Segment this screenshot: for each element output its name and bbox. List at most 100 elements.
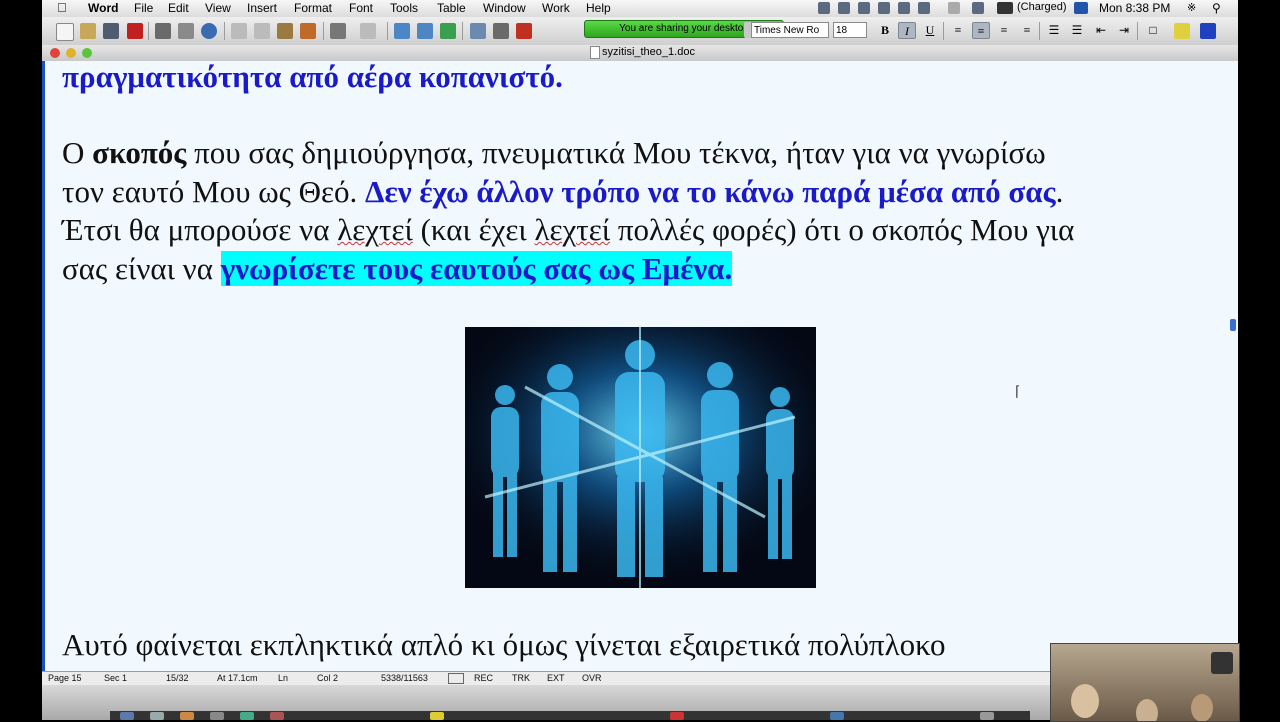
- app-menu[interactable]: Word: [88, 1, 118, 15]
- bulleted-list-icon[interactable]: ☰: [1068, 22, 1086, 39]
- vertical-scrollbar[interactable]: [1230, 61, 1238, 671]
- paste-icon[interactable]: [277, 23, 293, 39]
- dock-app-icon[interactable]: [270, 712, 284, 720]
- font-size-select[interactable]: 18: [833, 22, 867, 38]
- bold-button[interactable]: B: [876, 22, 894, 39]
- timemachine-status-icon[interactable]: [918, 2, 930, 14]
- justify-icon[interactable]: ≡: [1018, 22, 1036, 39]
- menu-help[interactable]: Help: [586, 1, 611, 15]
- menu-insert[interactable]: Insert: [247, 1, 277, 15]
- status-ovr[interactable]: OVR: [582, 673, 602, 683]
- open-folder-icon[interactable]: [80, 23, 96, 39]
- dropbox-status-icon[interactable]: [858, 2, 870, 14]
- participants-icon[interactable]: [1211, 652, 1233, 674]
- wifi-icon[interactable]: [948, 2, 960, 14]
- align-center-icon[interactable]: ≡: [972, 22, 990, 39]
- spotlight-search-icon[interactable]: ⚲: [1212, 1, 1221, 15]
- bluetooth-icon[interactable]: ※: [1187, 1, 1196, 14]
- show-formatting-icon[interactable]: [493, 23, 509, 39]
- close-window-icon[interactable]: [50, 48, 60, 58]
- highlighted-text: γνωρίσετε τους εαυτούς σας ως Εμένα.: [220, 251, 733, 286]
- zoom-icon[interactable]: [201, 23, 217, 39]
- clipboard-status-icon[interactable]: [878, 2, 890, 14]
- numbered-list-icon[interactable]: ☰: [1045, 22, 1063, 39]
- status-word-count[interactable]: 5338/11563: [381, 673, 428, 683]
- gear-status-icon[interactable]: [818, 2, 830, 14]
- text-line: τον εαυτό Μου ως Θεό. Δεν έχω άλλον τρόπ…: [62, 174, 1063, 210]
- minimize-window-icon[interactable]: [66, 48, 76, 58]
- toolbar-separator: [387, 22, 388, 40]
- menu-work[interactable]: Work: [542, 1, 570, 15]
- new-document-icon[interactable]: [56, 23, 74, 41]
- text-line: Αυτό φαίνεται εκπληκτικά απλό κι όμως γί…: [62, 627, 946, 663]
- document-page[interactable]: πραγματικότητα από αέρα κοπανιστό. Ο σκο…: [42, 61, 1230, 671]
- dock-app-icon[interactable]: [210, 712, 224, 720]
- toolbox-icon[interactable]: [516, 23, 532, 39]
- display-status-icon[interactable]: [898, 2, 910, 14]
- dock-trash-icon[interactable]: [980, 712, 994, 720]
- save-icon[interactable]: [103, 23, 119, 39]
- print-preview-icon[interactable]: [178, 23, 194, 39]
- menu-font[interactable]: Font: [349, 1, 373, 15]
- decrease-indent-icon[interactable]: ⇤: [1092, 22, 1110, 39]
- scrollbar-thumb[interactable]: [1230, 319, 1236, 331]
- underline-button[interactable]: U: [921, 22, 939, 39]
- dock-finder-icon[interactable]: [120, 712, 134, 720]
- input-flag-icon[interactable]: [1074, 2, 1088, 14]
- menu-edit[interactable]: Edit: [168, 1, 189, 15]
- webcam-preview[interactable]: [1050, 643, 1240, 722]
- cut-icon[interactable]: [231, 23, 247, 39]
- copy-icon[interactable]: [254, 23, 270, 39]
- battery-icon[interactable]: [997, 2, 1013, 14]
- menu-file[interactable]: File: [134, 1, 153, 15]
- embedded-image[interactable]: [465, 327, 816, 588]
- italic-button[interactable]: I: [898, 22, 916, 39]
- undo-icon[interactable]: [330, 23, 346, 39]
- highlight-icon[interactable]: [1174, 23, 1190, 39]
- align-right-icon[interactable]: ≡: [995, 22, 1013, 39]
- text-run: Αυτό φαίνεται εκπληκτικά απλό κι όμως γί…: [62, 627, 946, 662]
- align-left-icon[interactable]: ≡: [949, 22, 967, 39]
- format-painter-icon[interactable]: [300, 23, 316, 39]
- flag-icon[interactable]: [127, 23, 143, 39]
- status-column: Col 2: [317, 673, 339, 683]
- window-title: syzitisi_theo_1.doc: [602, 46, 695, 58]
- borders-icon[interactable]: □: [1144, 22, 1162, 39]
- toolbar-separator: [224, 22, 225, 40]
- toolbar-separator: [1137, 22, 1138, 40]
- zoom-window-icon[interactable]: [82, 48, 92, 58]
- apple-menu-icon[interactable]: : [57, 0, 67, 15]
- spelling-status-icon[interactable]: [448, 673, 464, 684]
- status-ext[interactable]: EXT: [547, 673, 565, 683]
- misspelled-word[interactable]: λεχτεί: [337, 212, 413, 247]
- print-icon[interactable]: [155, 23, 171, 39]
- insert-table-icon[interactable]: [417, 23, 433, 39]
- dock-app-icon[interactable]: [240, 712, 254, 720]
- volume-icon[interactable]: [972, 2, 984, 14]
- font-name-select[interactable]: Times New Ro: [751, 22, 829, 38]
- status-rec[interactable]: REC: [474, 673, 493, 683]
- dock-app-icon[interactable]: [180, 712, 194, 720]
- dock-app-icon[interactable]: [150, 712, 164, 720]
- menu-window[interactable]: Window: [483, 1, 526, 15]
- menu-view[interactable]: View: [205, 1, 231, 15]
- menu-format[interactable]: Format: [294, 1, 332, 15]
- insert-excel-icon[interactable]: [440, 23, 456, 39]
- misspelled-word[interactable]: λεχτεί: [534, 212, 610, 247]
- ibeam-cursor-icon: ⌈: [1015, 383, 1021, 399]
- skype-status-icon[interactable]: [838, 2, 850, 14]
- font-color-icon[interactable]: [1200, 23, 1216, 39]
- toolbar-separator: [462, 22, 463, 40]
- increase-indent-icon[interactable]: ⇥: [1115, 22, 1133, 39]
- dock-app-icon[interactable]: [670, 712, 684, 720]
- menu-table[interactable]: Table: [437, 1, 466, 15]
- status-trk[interactable]: TRK: [512, 673, 530, 683]
- redo-icon[interactable]: [360, 23, 376, 39]
- menu-tools[interactable]: Tools: [390, 1, 418, 15]
- insert-hyperlink-icon[interactable]: [394, 23, 410, 39]
- menubar-clock[interactable]: Mon 8:38 PM: [1099, 1, 1170, 15]
- columns-icon[interactable]: [470, 23, 486, 39]
- dock-app-icon[interactable]: [430, 712, 444, 720]
- dock-app-icon[interactable]: [830, 712, 844, 720]
- text-line: πραγματικότητα από αέρα κοπανιστό.: [62, 61, 563, 95]
